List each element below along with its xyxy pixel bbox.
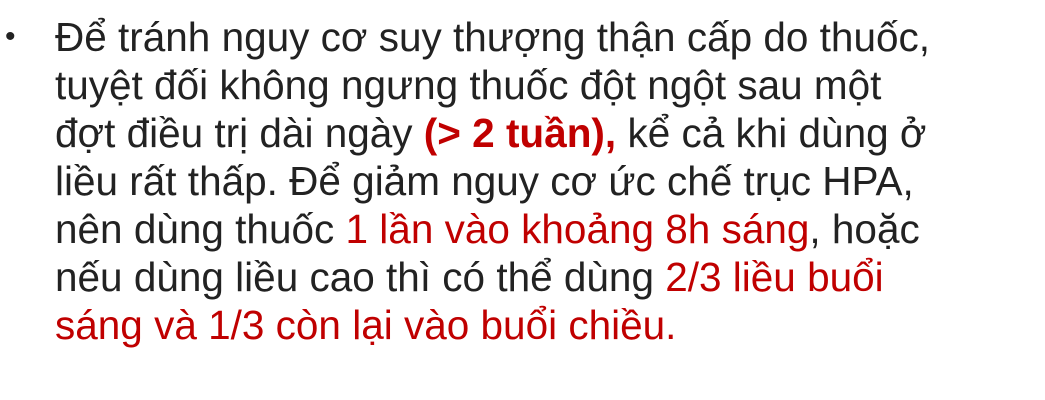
highlight-dose-split-cont: sáng và 1/3 còn lại vào buổi chiều.	[55, 302, 677, 348]
text-line-2: tuyệt đối không ngưng thuốc đột ngột sau…	[55, 61, 1040, 109]
text-segment: nên dùng thuốc	[55, 206, 346, 252]
text-line-5: nên dùng thuốc 1 lần vào khoảng 8h sáng,…	[55, 205, 1040, 253]
text-line-4: liều rất thấp. Để giảm nguy cơ ức chế tr…	[55, 157, 1040, 205]
text-segment: , hoặc	[809, 206, 920, 252]
text-line-6: nếu dùng liều cao thì có thể dùng 2/3 li…	[55, 253, 1040, 301]
text-segment: tuyệt đối không ngưng thuốc đột ngột sau…	[55, 62, 882, 108]
bullet-marker: •	[5, 20, 16, 53]
text-line-1: Để tránh nguy cơ suy thượng thận cấp do …	[55, 13, 1040, 61]
text-segment: kể cả khi dùng ở	[616, 110, 927, 156]
highlight-dosing-time: 1 lần vào khoảng 8h sáng	[345, 206, 810, 252]
text-segment: liều rất thấp. Để giảm nguy cơ ức chế tr…	[55, 158, 914, 204]
text-line-3: đợt điều trị dài ngày (> 2 tuần), kể cả …	[55, 109, 1040, 157]
text-segment: Để tránh nguy cơ suy thượng thận cấp do …	[55, 14, 931, 60]
highlight-dose-split: 2/3 liều buổi	[665, 254, 884, 300]
text-line-7: sáng và 1/3 còn lại vào buổi chiều.	[55, 301, 1040, 349]
bullet-text: Để tránh nguy cơ suy thượng thận cấp do …	[55, 13, 1040, 349]
slide: • Để tránh nguy cơ suy thượng thận cấp d…	[0, 0, 1045, 400]
text-segment: đợt điều trị dài ngày	[55, 110, 424, 156]
highlight-duration: (> 2 tuần),	[423, 110, 617, 156]
text-segment: nếu dùng liều cao thì có thể dùng	[55, 254, 666, 300]
